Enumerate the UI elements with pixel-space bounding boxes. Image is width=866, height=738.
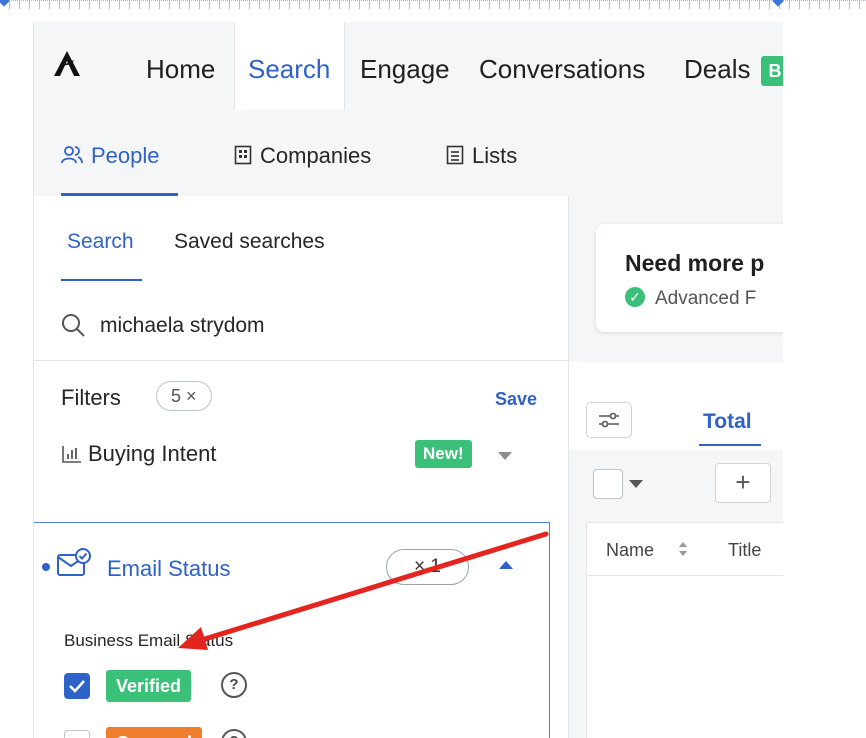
email-status-title[interactable]: Email Status (107, 556, 231, 582)
subnav-people-label: People (91, 143, 160, 168)
check-circle-icon: ✓ (625, 287, 645, 308)
email-status-count-pill[interactable]: × 1 (386, 549, 469, 585)
bulk-select-row: + (569, 450, 783, 520)
nav-search[interactable]: Search (234, 22, 346, 111)
add-button[interactable]: + (715, 463, 771, 503)
subnav-companies[interactable]: Companies (234, 110, 371, 196)
new-badge: New! (415, 440, 472, 468)
column-title[interactable]: Title (728, 540, 761, 561)
buying-intent-label: Buying Intent (88, 441, 217, 466)
filters-label: Filters (61, 385, 121, 410)
email-check-icon (57, 548, 91, 576)
results-toolbar: Total (569, 362, 783, 451)
app-window: Home Search Engage Conversations Deals B… (33, 22, 783, 738)
upgrade-card[interactable]: Need more p ✓ Advanced F (596, 224, 783, 332)
subnav-people[interactable]: People (61, 110, 160, 196)
selection-border-top (0, 0, 866, 9)
guessed-checkbox[interactable] (64, 730, 90, 738)
upgrade-card-title: Need more p (625, 250, 765, 276)
select-all-checkbox[interactable] (593, 469, 623, 499)
filters-header: Filters 5 × Save (34, 361, 568, 417)
total-tab-indicator (699, 444, 761, 446)
filters-count-pill[interactable]: 5 × (156, 381, 212, 411)
subnav-lists[interactable]: Lists (446, 110, 517, 196)
guessed-tag: Guessed (106, 727, 203, 738)
nav-home[interactable]: Home (146, 22, 215, 110)
search-row[interactable]: michaela strydom (34, 294, 568, 361)
tab-active-indicator (61, 279, 142, 281)
tab-saved-searches[interactable]: Saved searches (174, 230, 325, 254)
deals-badge: B (761, 56, 783, 86)
chevron-down-icon[interactable] (498, 452, 512, 460)
nav-deals[interactable]: Deals (684, 22, 750, 110)
tab-total[interactable]: Total (703, 410, 752, 434)
business-email-status-label: Business Email Status (64, 631, 234, 650)
chevron-up-icon[interactable] (499, 561, 513, 569)
list-icon (446, 145, 464, 165)
subnav-lists-label: Lists (472, 143, 518, 168)
people-icon (61, 146, 83, 164)
tab-search[interactable]: Search (67, 230, 134, 254)
verified-tag: Verified (106, 670, 192, 702)
filter-email-status: Email Status × 1 Business Email Status V… (34, 522, 550, 738)
bar-chart-icon (62, 446, 81, 463)
checkmark-icon (69, 680, 85, 693)
apollo-logo-icon[interactable] (52, 48, 82, 78)
chevron-down-icon[interactable] (629, 480, 643, 488)
nav-conversations[interactable]: Conversations (479, 22, 645, 110)
search-input[interactable]: michaela strydom (100, 314, 265, 338)
filter-settings-button[interactable] (586, 402, 632, 438)
results-panel: Need more p ✓ Advanced F Total + Name Ti… (569, 196, 783, 738)
selection-handle[interactable] (0, 0, 10, 7)
filter-panel: Search Saved searches michaela strydom F… (34, 196, 569, 738)
sliders-icon (599, 412, 619, 428)
verified-checkbox[interactable] (64, 673, 90, 699)
top-navigation: Home Search Engage Conversations Deals B (34, 22, 783, 111)
subnav-companies-label: Companies (260, 143, 372, 168)
save-button[interactable]: Save (495, 389, 537, 410)
column-name[interactable]: Name (606, 540, 654, 561)
upgrade-card-subtitle: ✓ Advanced F (625, 287, 757, 310)
filter-buying-intent[interactable]: Buying Intent New! (34, 437, 568, 483)
table-header: Name Title (587, 523, 783, 576)
sub-navigation: People Companies Lists (34, 110, 783, 197)
search-icon (62, 314, 85, 337)
building-icon (234, 145, 252, 165)
help-icon[interactable]: ? (221, 672, 247, 698)
active-filter-dot (42, 563, 50, 571)
upgrade-card-sub-label: Advanced F (655, 288, 757, 309)
help-icon[interactable]: ? (221, 729, 247, 738)
results-table: Name Title (586, 522, 783, 738)
nav-engage[interactable]: Engage (360, 22, 450, 110)
sort-icon[interactable] (677, 539, 689, 559)
selection-handle[interactable] (772, 0, 784, 7)
